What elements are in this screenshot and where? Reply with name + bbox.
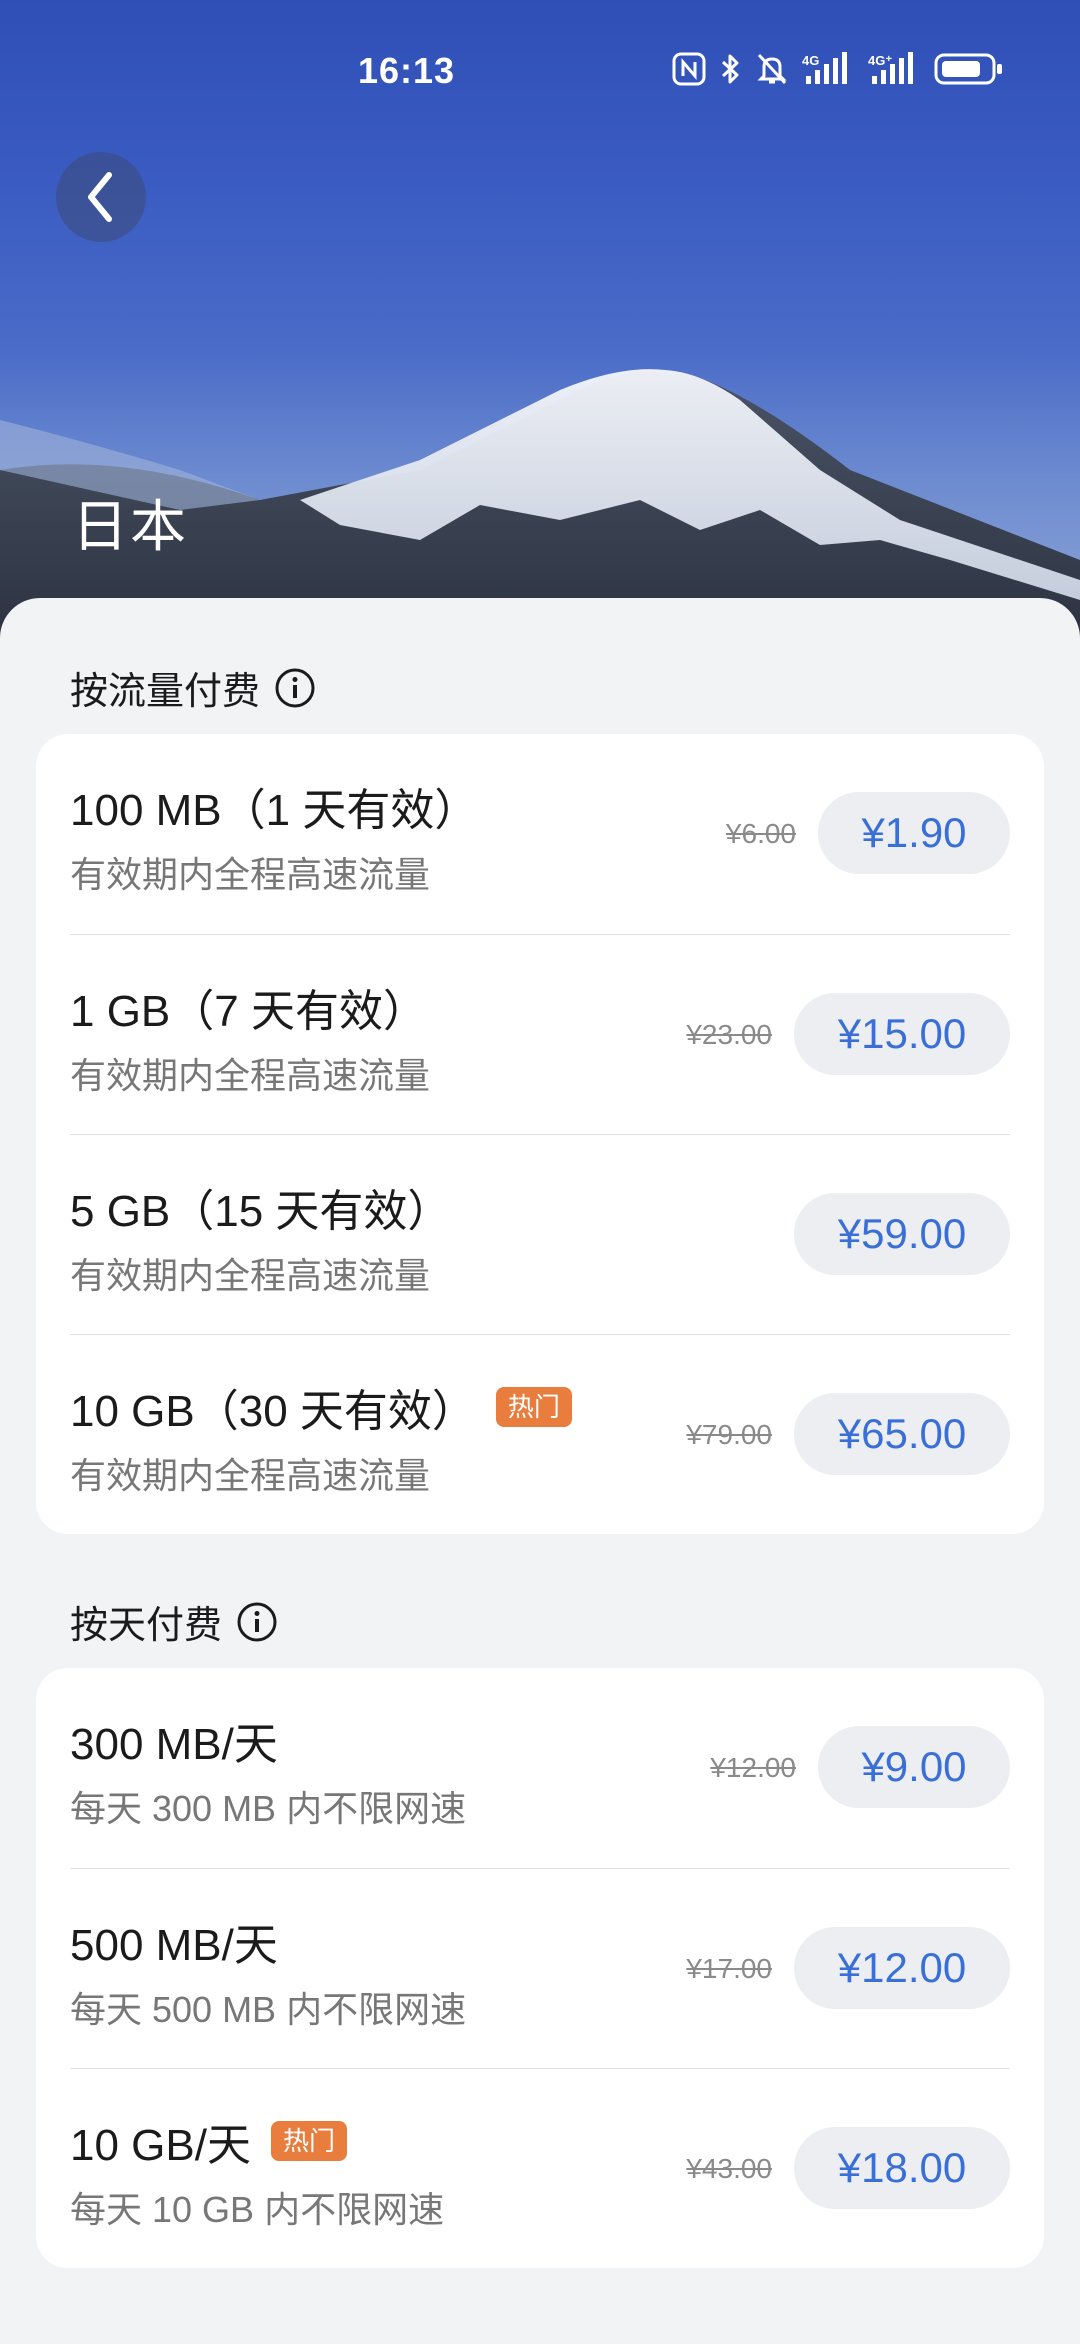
status-bar: 16:13 4G 4G⁺ — [0, 0, 1080, 140]
buy-price-button[interactable]: ¥9.00 — [818, 1726, 1010, 1808]
hot-badge: 热门 — [270, 2121, 347, 2161]
plan-desc: 有效期内全程高速流量 — [70, 1255, 431, 1296]
plan-desc: 每天 300 MB 内不限网速 — [70, 1788, 467, 1829]
section-title-label: 按流量付费 — [70, 671, 261, 713]
mute-icon — [756, 52, 788, 86]
plan-row[interactable]: 300 MB/天 每天 300 MB 内不限网速 ¥12.00 ¥9.00 — [70, 1668, 1010, 1868]
battery-icon — [934, 52, 1004, 86]
status-time: 16:13 — [358, 50, 456, 91]
buy-price-button[interactable]: ¥59.00 — [794, 1193, 1010, 1275]
nfc-icon — [672, 52, 706, 86]
hot-badge: 热门 — [495, 1387, 572, 1427]
plan-row[interactable]: 10 GB/天 热门 每天 10 GB 内不限网速 ¥43.00 ¥18.00 — [70, 2068, 1010, 2268]
plan-desc: 每天 500 MB 内不限网速 — [70, 1989, 467, 2030]
plan-name: 10 GB/天 热门 — [70, 2109, 347, 2173]
buy-price-button[interactable]: ¥12.00 — [794, 1927, 1010, 2009]
bluetooth-icon — [720, 52, 742, 86]
status-icons: 4G 4G⁺ — [672, 52, 1004, 86]
daily-plans-card: 300 MB/天 每天 300 MB 内不限网速 ¥12.00 ¥9.00 50… — [36, 1668, 1044, 2268]
plan-desc: 有效期内全程高速流量 — [70, 854, 431, 895]
traffic-plans-card: 100 MB（1 天有效） 有效期内全程高速流量 ¥6.00 ¥1.90 1 G… — [36, 734, 1044, 1534]
plan-desc: 每天 10 GB 内不限网速 — [70, 2189, 445, 2230]
plan-row[interactable]: 5 GB（15 天有效） 有效期内全程高速流量 ¥59.00 — [70, 1134, 1010, 1334]
original-price: ¥12.00 — [710, 1752, 796, 1783]
plan-row[interactable]: 100 MB（1 天有效） 有效期内全程高速流量 ¥6.00 ¥1.90 — [70, 734, 1010, 934]
plan-name: 500 MB/天 — [70, 1921, 278, 1970]
original-price: ¥23.00 — [686, 1019, 772, 1050]
plan-name: 1 GB（7 天有效） — [70, 987, 427, 1036]
plan-name: 5 GB（15 天有效） — [70, 1187, 452, 1236]
plan-desc: 有效期内全程高速流量 — [70, 1455, 431, 1496]
plan-desc: 有效期内全程高速流量 — [70, 1055, 431, 1096]
hero-banner: 16:13 4G 4G⁺ 日本 — [0, 0, 1080, 640]
info-icon[interactable] — [274, 667, 316, 709]
plan-row[interactable]: 1 GB（7 天有效） 有效期内全程高速流量 ¥23.00 ¥15.00 — [70, 934, 1010, 1134]
section-title-daily: 按天付费 — [70, 1594, 278, 1649]
svg-text:4G: 4G — [802, 53, 819, 68]
plan-row[interactable]: 10 GB（30 天有效） 热门 有效期内全程高速流量 ¥79.00 ¥65.0… — [70, 1334, 1010, 1534]
original-price: ¥17.00 — [686, 1953, 772, 1984]
signal-4g-icon: 4G — [802, 52, 854, 86]
plan-name: 300 MB/天 — [70, 1720, 278, 1769]
original-price: ¥6.00 — [725, 818, 796, 849]
original-price: ¥43.00 — [686, 2153, 772, 2184]
chevron-left-icon — [88, 172, 112, 222]
plan-row[interactable]: 500 MB/天 每天 500 MB 内不限网速 ¥17.00 ¥12.00 — [70, 1868, 1010, 2068]
buy-price-button[interactable]: ¥1.90 — [818, 792, 1010, 874]
buy-price-button[interactable]: ¥15.00 — [794, 993, 1010, 1075]
info-icon[interactable] — [236, 1601, 278, 1643]
section-title-traffic: 按流量付费 — [70, 660, 316, 715]
svg-text:4G⁺: 4G⁺ — [868, 53, 892, 68]
buy-price-button[interactable]: ¥18.00 — [794, 2127, 1010, 2209]
original-price: ¥79.00 — [686, 1419, 772, 1450]
country-title: 日本 — [72, 495, 188, 558]
buy-price-button[interactable]: ¥65.00 — [794, 1393, 1010, 1475]
signal-4g-icon: 4G⁺ — [868, 52, 920, 86]
back-button[interactable] — [56, 152, 146, 242]
plan-name: 10 GB（30 天有效） 热门 — [70, 1375, 572, 1439]
section-title-label: 按天付费 — [70, 1605, 223, 1647]
plan-name: 100 MB（1 天有效） — [70, 786, 479, 835]
